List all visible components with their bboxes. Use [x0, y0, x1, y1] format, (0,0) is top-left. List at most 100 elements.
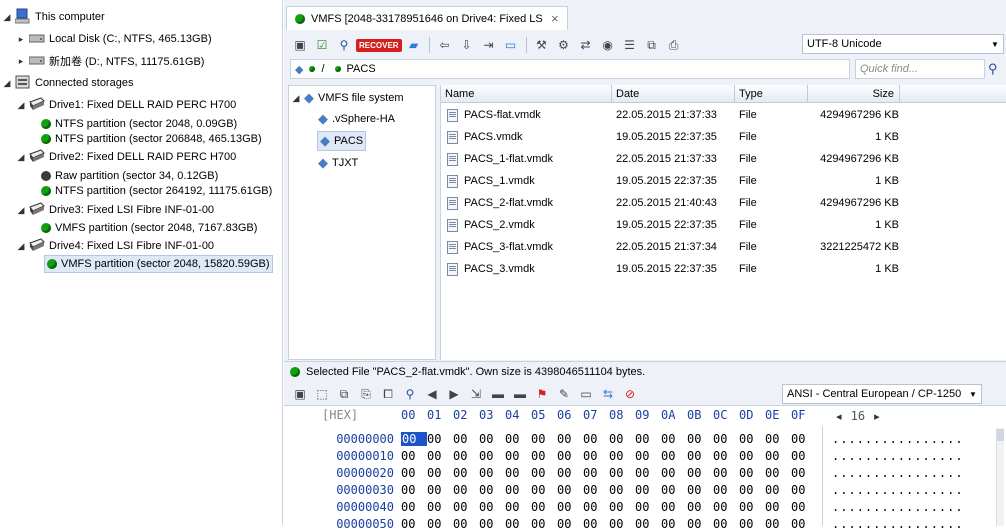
mark-icon[interactable]: ▭	[576, 385, 596, 403]
tree-item-vmfs-root[interactable]: ◢ ◆ VMFS file system	[291, 88, 404, 108]
hex-row[interactable]: 00000050 00 00 00 00 00 00 00 00 00 00 00 00 00 00 00 00…	[284, 515, 962, 532]
hex-row[interactable]: 00000010 00 00 00 00 00 00 00 00 00 00 00 00 00 00 00 00…	[284, 447, 962, 464]
hex-byte[interactable]: 00	[661, 432, 687, 446]
hex-byte[interactable]: 00	[531, 432, 557, 446]
hex-byte[interactable]: 00	[401, 517, 427, 531]
hex-byte[interactable]: 00	[765, 432, 791, 446]
hex-byte[interactable]: 00	[505, 517, 531, 531]
hex-byte[interactable]: 00	[765, 517, 791, 531]
hex-byte[interactable]: 00	[791, 517, 817, 531]
tab-vmfs[interactable]: VMFS [2048-33178951646 on Drive4: Fixed …	[286, 6, 568, 30]
breadcrumb-root[interactable]: /	[321, 63, 324, 75]
encoding-select[interactable]: UTF-8 Unicode ▼	[802, 34, 1004, 54]
find-icon[interactable]: ⚲	[400, 385, 420, 403]
table-row[interactable]: PACS.vmdk 19.05.2015 22:37:35 File 1 KB	[441, 126, 1006, 148]
hex-byte[interactable]: 00	[427, 449, 453, 463]
sector-next-icon[interactable]: ▬	[510, 385, 530, 403]
select-icon[interactable]: ⬚	[312, 385, 332, 403]
hex-byte[interactable]: 00	[531, 449, 557, 463]
hex-byte[interactable]: 00	[479, 517, 505, 531]
tree-item-drive1[interactable]: ◢ Drive1: Fixed DELL RAID PERC H700	[16, 95, 236, 115]
recover-button[interactable]: RECOVER	[356, 38, 402, 52]
table-row[interactable]: PACS_1.vmdk 19.05.2015 22:37:35 File 1 KB	[441, 170, 1006, 192]
column-header-name[interactable]: Name	[441, 85, 612, 103]
collapse-icon[interactable]: ◢	[2, 12, 12, 23]
scan-icon[interactable]: ◉	[598, 36, 618, 54]
close-icon[interactable]: ×	[551, 11, 559, 26]
list-icon[interactable]: ☰	[620, 36, 640, 54]
hex-byte[interactable]: 00	[479, 483, 505, 497]
hex-byte[interactable]: 00	[791, 449, 817, 463]
save-icon[interactable]: ▣	[290, 385, 310, 403]
hex-byte[interactable]: 00	[661, 517, 687, 531]
hex-byte[interactable]: 00	[635, 483, 661, 497]
table-row[interactable]: PACS_2.vmdk 19.05.2015 22:37:35 File 1 KB	[441, 214, 1006, 236]
hex-byte[interactable]: 00	[505, 483, 531, 497]
chevron-right-icon[interactable]: ▸	[874, 411, 880, 423]
hex-byte[interactable]: 00	[765, 483, 791, 497]
find-icon[interactable]: ⚲	[334, 36, 354, 54]
hex-byte[interactable]: 00	[635, 517, 661, 531]
tree-item-partition[interactable]: VMFS partition (sector 2048, 7167.83GB)	[38, 218, 257, 238]
hex-byte[interactable]: 00	[609, 432, 635, 446]
hex-byte[interactable]: 00	[791, 483, 817, 497]
forward-icon[interactable]: ▶	[444, 385, 464, 403]
tree-item-partition-selected[interactable]: VMFS partition (sector 2048, 15820.59GB)	[44, 255, 273, 273]
tree-item-drive3[interactable]: ◢ Drive3: Fixed LSI Fibre INF-01-00	[16, 200, 214, 220]
sector-prev-icon[interactable]: ▬	[488, 385, 508, 403]
hex-byte[interactable]: 00	[609, 449, 635, 463]
hex-byte[interactable]: 00	[505, 449, 531, 463]
hex-byte[interactable]: 00	[635, 466, 661, 480]
hex-byte[interactable]: 00	[531, 517, 557, 531]
collapse-icon[interactable]: ◢	[2, 78, 12, 89]
tool-icon[interactable]: ⚒	[532, 36, 552, 54]
hex-byte[interactable]: 00	[635, 432, 661, 446]
hex-byte[interactable]: 00	[453, 466, 479, 480]
tree-item-new-volume[interactable]: ▸ 新加卷 (D:, NTFS, 11175.61GB)	[16, 51, 205, 71]
hex-byte[interactable]: 00	[791, 500, 817, 514]
hex-byte[interactable]: 00	[505, 466, 531, 480]
hex-byte[interactable]: 00	[765, 466, 791, 480]
back-icon[interactable]: ◀	[422, 385, 442, 403]
breadcrumb-current[interactable]: PACS	[347, 63, 376, 75]
move-icon[interactable]: ⇄	[576, 36, 596, 54]
hex-byte[interactable]: 00	[557, 500, 583, 514]
down-icon[interactable]: ⇩	[457, 36, 477, 54]
search-input[interactable]: Quick find...	[855, 59, 985, 79]
hex-byte[interactable]: 00	[531, 466, 557, 480]
hex-byte[interactable]: 00	[791, 466, 817, 480]
hex-byte[interactable]: 00	[739, 483, 765, 497]
hex-byte[interactable]: 00	[427, 517, 453, 531]
hex-byte[interactable]: 00	[583, 432, 609, 446]
search-icon[interactable]: ⚲	[988, 61, 998, 77]
hex-byte[interactable]: 00	[453, 483, 479, 497]
hex-byte[interactable]: 00	[661, 483, 687, 497]
hex-byte[interactable]: 00	[661, 466, 687, 480]
view-icon[interactable]: ▭	[501, 36, 521, 54]
tree-item-folder[interactable]: ◆ TJXT	[315, 153, 358, 173]
hex-byte[interactable]: 00	[401, 466, 427, 480]
checklist-icon[interactable]: ☑	[312, 36, 332, 54]
hex-byte[interactable]: 00	[453, 432, 479, 446]
expand-icon[interactable]: ▸	[16, 34, 26, 45]
collapse-icon[interactable]: ◢	[16, 100, 26, 111]
hex-byte[interactable]: 00	[583, 466, 609, 480]
hex-byte[interactable]: 00	[713, 432, 739, 446]
hex-byte[interactable]: 00	[401, 500, 427, 514]
hex-byte[interactable]: 00	[427, 432, 453, 446]
hex-byte[interactable]: 00	[557, 517, 583, 531]
hex-byte[interactable]: 00	[479, 500, 505, 514]
hex-byte[interactable]: 00	[687, 432, 713, 446]
tree-item-drive2[interactable]: ◢ Drive2: Fixed DELL RAID PERC H700	[16, 147, 236, 167]
hex-byte[interactable]: 00	[713, 517, 739, 531]
hex-viewer[interactable]: [HEX] 00 01 02 03 04 05 06 07 08 09 0A 0B 0C 0D 0E 0F ◂…	[284, 405, 1006, 531]
tree-item-this-computer[interactable]: ◢ This computer	[2, 7, 105, 27]
hex-byte[interactable]: 00	[609, 517, 635, 531]
hex-byte[interactable]: 00	[635, 449, 661, 463]
chevron-down-icon[interactable]: ▼	[965, 385, 981, 403]
table-row[interactable]: PACS-flat.vmdk 22.05.2015 21:37:33 File 429…	[441, 104, 1006, 126]
hex-byte[interactable]: 00	[479, 432, 505, 446]
hex-byte[interactable]: 00	[687, 449, 713, 463]
paste-icon[interactable]: ⎘	[356, 385, 376, 403]
hex-byte[interactable]: 00	[661, 500, 687, 514]
